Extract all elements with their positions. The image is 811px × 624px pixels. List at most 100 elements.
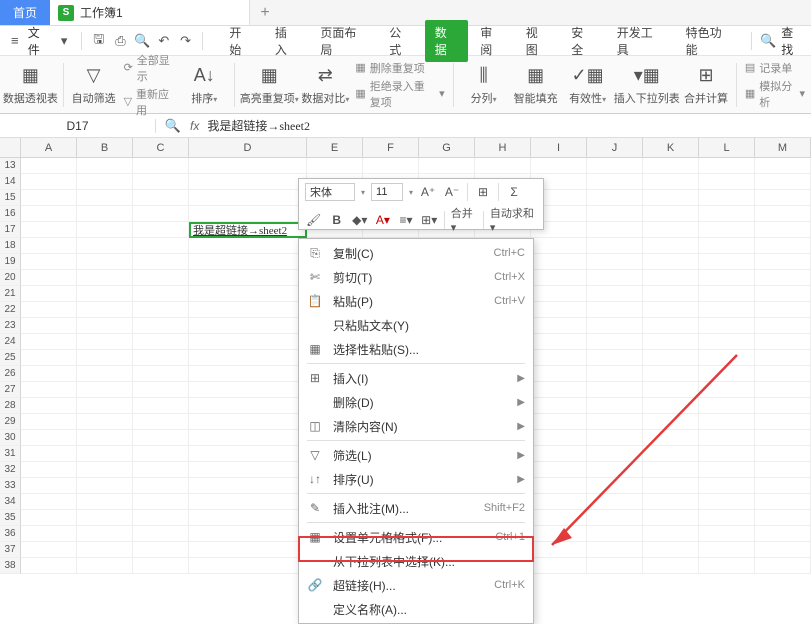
border-icon[interactable]: ⊞▾ <box>421 211 438 229</box>
menu-tab-7[interactable]: 安全 <box>561 20 604 62</box>
cell-L20[interactable] <box>699 270 755 286</box>
save-icon[interactable]: 🖫 <box>90 32 108 50</box>
menu-tab-2[interactable]: 页面布局 <box>310 20 377 62</box>
column-header-K[interactable]: K <box>643 138 699 158</box>
search-icon[interactable]: 🔍 <box>760 32 778 50</box>
cell-E13[interactable] <box>307 158 363 174</box>
cell-M33[interactable] <box>755 478 811 494</box>
cell-A20[interactable] <box>21 270 77 286</box>
cell-J21[interactable] <box>587 286 643 302</box>
row-header-34[interactable]: 34 <box>0 494 21 510</box>
cell-I21[interactable] <box>531 286 587 302</box>
row-header-26[interactable]: 26 <box>0 366 21 382</box>
cell-L27[interactable] <box>699 382 755 398</box>
cell-K21[interactable] <box>643 286 699 302</box>
cell-J36[interactable] <box>587 526 643 542</box>
menu-icon[interactable]: ≡ <box>6 32 24 50</box>
context-item-16[interactable]: 从下拉列表中选择(K)... <box>299 549 533 573</box>
cell-K38[interactable] <box>643 558 699 574</box>
ribbon-reapply[interactable]: ▽重新应用 <box>124 86 175 118</box>
cell-B34[interactable] <box>77 494 133 510</box>
cell-D18[interactable] <box>189 238 307 254</box>
name-box[interactable]: D17 <box>0 119 156 133</box>
cell-L18[interactable] <box>699 238 755 254</box>
cell-B35[interactable] <box>77 510 133 526</box>
font-color-icon[interactable]: A▾ <box>374 211 391 229</box>
menu-tab-5[interactable]: 审阅 <box>470 20 513 62</box>
cell-A27[interactable] <box>21 382 77 398</box>
cell-C26[interactable] <box>133 366 189 382</box>
cell-D29[interactable] <box>189 414 307 430</box>
cell-M25[interactable] <box>755 350 811 366</box>
cell-D27[interactable] <box>189 382 307 398</box>
cell-I24[interactable] <box>531 334 587 350</box>
cell-C32[interactable] <box>133 462 189 478</box>
row-header-20[interactable]: 20 <box>0 270 21 286</box>
cell-J30[interactable] <box>587 430 643 446</box>
cell-B20[interactable] <box>77 270 133 286</box>
cell-D23[interactable] <box>189 318 307 334</box>
autosum-icon[interactable]: Σ <box>505 183 523 201</box>
cell-M20[interactable] <box>755 270 811 286</box>
cell-I20[interactable] <box>531 270 587 286</box>
cell-K33[interactable] <box>643 478 699 494</box>
row-header-13[interactable]: 13 <box>0 158 21 174</box>
cell-L35[interactable] <box>699 510 755 526</box>
cell-B31[interactable] <box>77 446 133 462</box>
cell-K35[interactable] <box>643 510 699 526</box>
cell-A33[interactable] <box>21 478 77 494</box>
column-header-A[interactable]: A <box>21 138 77 158</box>
cell-J24[interactable] <box>587 334 643 350</box>
cell-C17[interactable] <box>133 222 189 238</box>
cell-D34[interactable] <box>189 494 307 510</box>
formula-bar-input[interactable]: 我是超链接→sheet2 <box>207 117 310 134</box>
cell-C15[interactable] <box>133 190 189 206</box>
row-header-36[interactable]: 36 <box>0 526 21 542</box>
cell-C13[interactable] <box>133 158 189 174</box>
context-item-6[interactable]: ⊞插入(I)▶ <box>299 366 533 390</box>
context-item-3[interactable]: 只粘贴文本(Y) <box>299 313 533 337</box>
cell-B19[interactable] <box>77 254 133 270</box>
column-header-H[interactable]: H <box>475 138 531 158</box>
cell-J15[interactable] <box>587 190 643 206</box>
cell-K34[interactable] <box>643 494 699 510</box>
cell-K36[interactable] <box>643 526 699 542</box>
cell-L28[interactable] <box>699 398 755 414</box>
row-header-29[interactable]: 29 <box>0 414 21 430</box>
cell-M18[interactable] <box>755 238 811 254</box>
cell-I35[interactable] <box>531 510 587 526</box>
cell-D20[interactable] <box>189 270 307 286</box>
row-header-35[interactable]: 35 <box>0 510 21 526</box>
ribbon-pivot[interactable]: ▦ 数据透视表 <box>6 64 55 106</box>
cell-B21[interactable] <box>77 286 133 302</box>
search-label[interactable]: 查找 <box>781 24 805 58</box>
menu-tab-6[interactable]: 视图 <box>516 20 559 62</box>
row-header-27[interactable]: 27 <box>0 382 21 398</box>
cell-A38[interactable] <box>21 558 77 574</box>
column-header-C[interactable]: C <box>133 138 189 158</box>
ribbon-split[interactable]: ⫼ 分列▾ <box>462 64 506 106</box>
cell-A29[interactable] <box>21 414 77 430</box>
preview-icon[interactable]: 🔍 <box>133 32 151 50</box>
cell-L33[interactable] <box>699 478 755 494</box>
cell-K25[interactable] <box>643 350 699 366</box>
row-header-28[interactable]: 28 <box>0 398 21 414</box>
ribbon-dropdown[interactable]: ▾▦ 插入下拉列表 <box>618 64 676 106</box>
row-header-32[interactable]: 32 <box>0 462 21 478</box>
cell-D14[interactable] <box>189 174 307 190</box>
cell-K19[interactable] <box>643 254 699 270</box>
menu-tab-1[interactable]: 插入 <box>265 20 308 62</box>
ribbon-highlight[interactable]: ▦ 高亮重复项▾ <box>243 64 295 106</box>
cell-C23[interactable] <box>133 318 189 334</box>
cell-J13[interactable] <box>587 158 643 174</box>
row-header-37[interactable]: 37 <box>0 542 21 558</box>
ribbon-recordform[interactable]: ▤记录单 <box>745 60 805 76</box>
cell-C30[interactable] <box>133 430 189 446</box>
row-header-21[interactable]: 21 <box>0 286 21 302</box>
cell-M38[interactable] <box>755 558 811 574</box>
cell-I26[interactable] <box>531 366 587 382</box>
cell-B18[interactable] <box>77 238 133 254</box>
cell-A14[interactable] <box>21 174 77 190</box>
cell-K37[interactable] <box>643 542 699 558</box>
cell-J23[interactable] <box>587 318 643 334</box>
